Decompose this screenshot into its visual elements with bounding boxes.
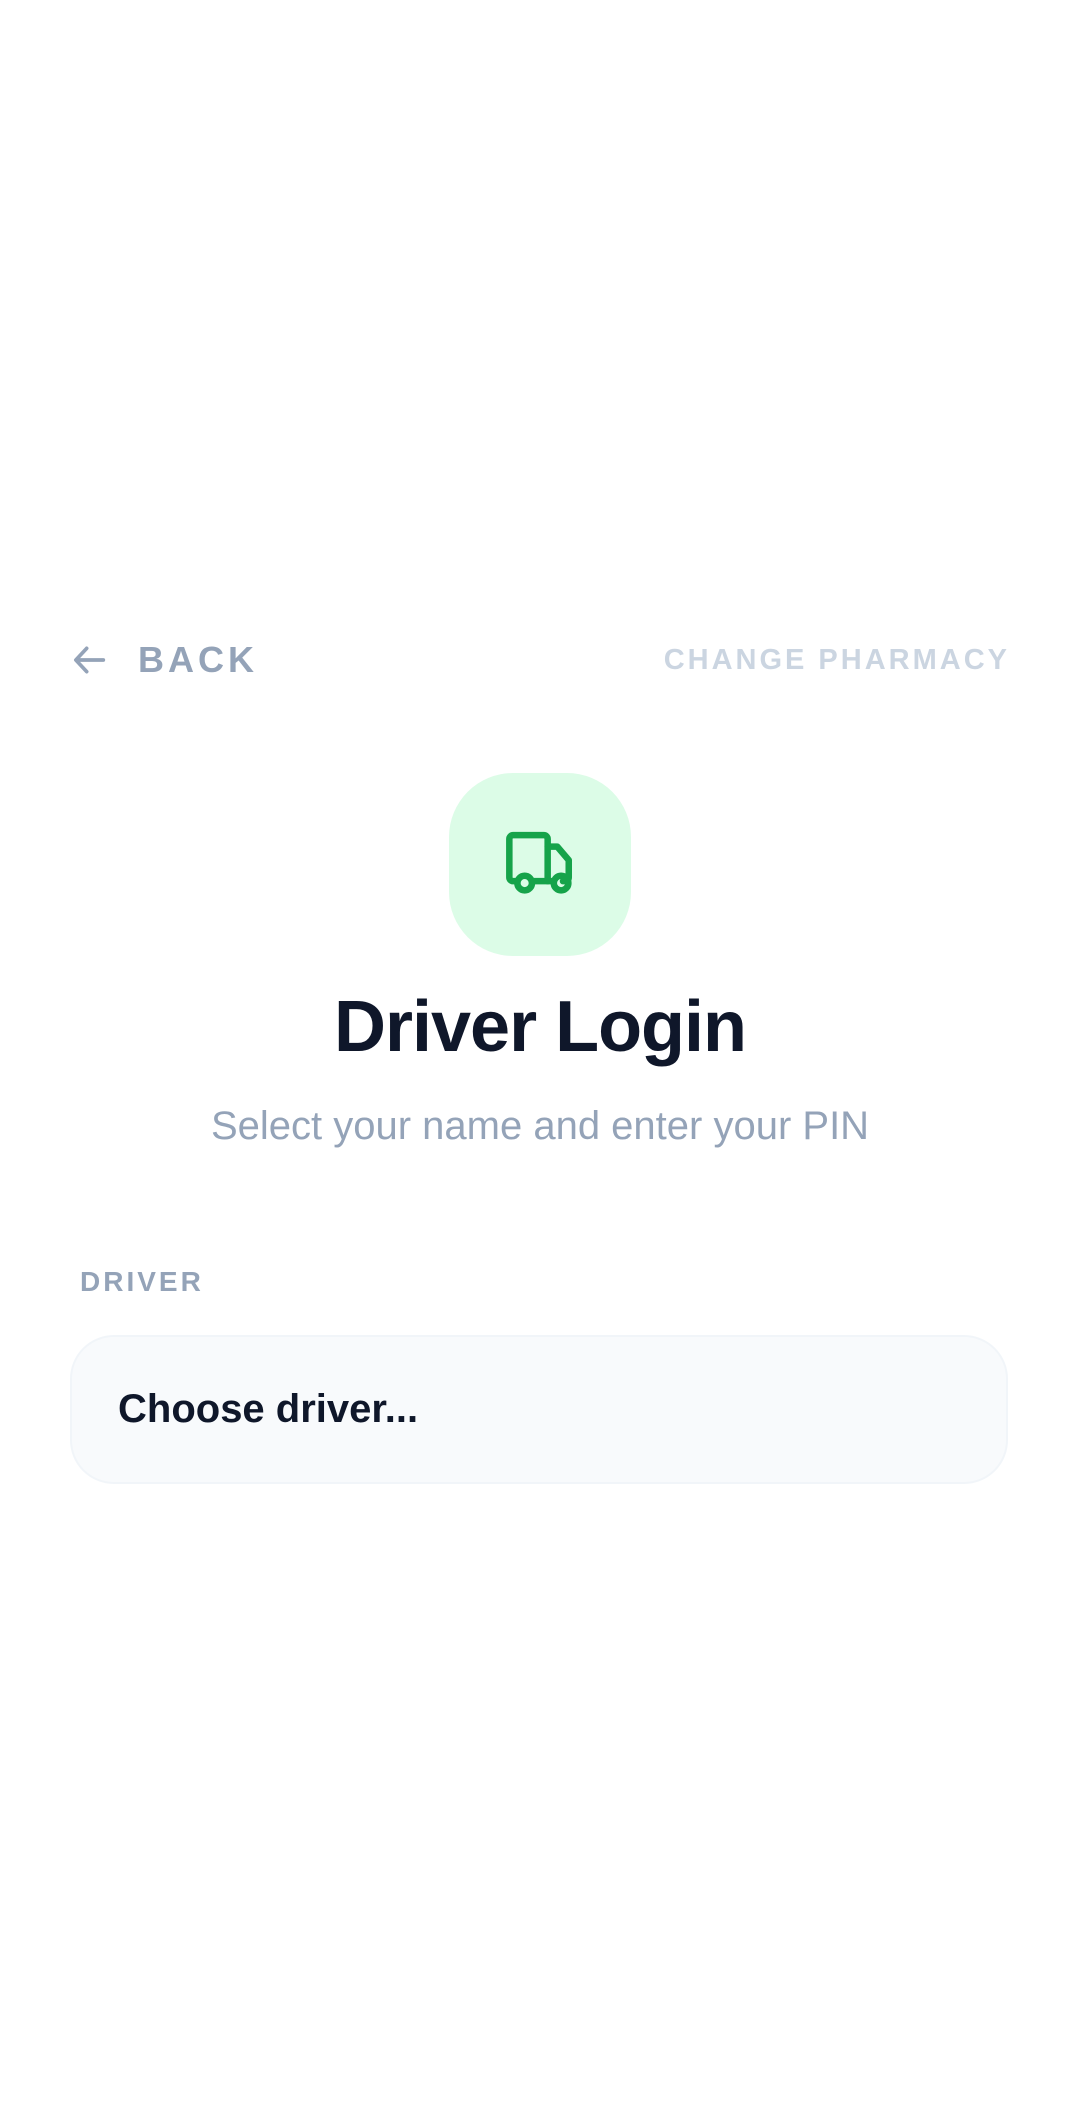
driver-login-screen: BACK CHANGE PHARMACY Driver Login Select… [0,0,1080,2122]
back-label: BACK [138,639,258,680]
hero-icon-tile [449,773,631,956]
driver-select[interactable]: Choose driver... [70,1335,1008,1484]
back-button[interactable]: BACK [70,639,258,681]
arrow-left-icon [70,640,110,680]
truck-icon [494,816,586,913]
page-title: Driver Login [333,987,747,1067]
driver-select-value: Choose driver... [118,1387,419,1431]
page-subtitle: Select your name and enter your PIN [210,1104,870,1148]
driver-field-label: DRIVER [80,1266,204,1297]
change-pharmacy-link[interactable]: CHANGE PHARMACY [664,644,1010,677]
top-bar: BACK CHANGE PHARMACY [70,636,1010,684]
